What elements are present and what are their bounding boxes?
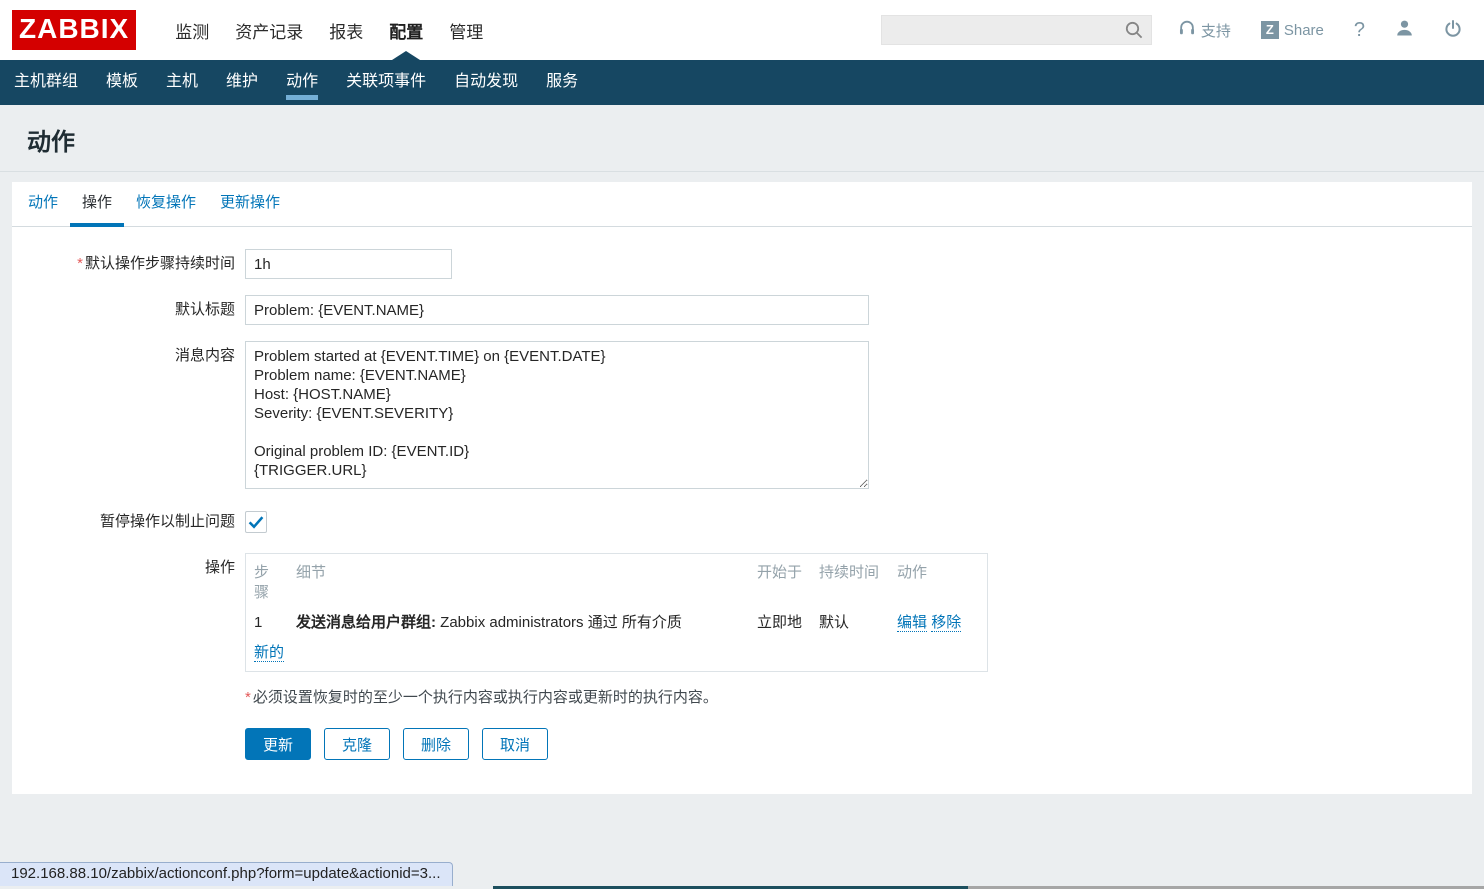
update-button[interactable]: 更新 [245, 728, 311, 760]
operation-step: 1 [246, 608, 288, 638]
action-form-panel: 动作 操作 恢复操作 更新操作 *默认操作步骤持续时间 默认标题 消息内容 Pr… [12, 182, 1472, 794]
subnav-services[interactable]: 服务 [532, 60, 592, 105]
subnav-actions[interactable]: 动作 [272, 60, 332, 105]
row-default-subject: 默认标题 [12, 295, 1472, 325]
col-duration: 持续时间 [811, 558, 889, 608]
row-message: 消息内容 Problem started at {EVENT.TIME} on … [12, 341, 1472, 489]
operations-table: 步骤 细节 开始于 持续时间 动作 1 发送消息给用户群组: Zabbix ad… [245, 553, 988, 672]
form-tabs: 动作 操作 恢复操作 更新操作 [12, 182, 1472, 227]
operations-table-header: 步骤 细节 开始于 持续时间 动作 [246, 558, 987, 608]
search-icon[interactable] [1125, 21, 1143, 44]
default-step-duration-input[interactable] [245, 249, 452, 279]
tab-operations[interactable]: 操作 [70, 182, 124, 227]
subnav-maintenance[interactable]: 维护 [212, 60, 272, 105]
default-step-duration-label: *默认操作步骤持续时间 [12, 249, 245, 279]
message-textarea[interactable]: Problem started at {EVENT.TIME} on {EVEN… [245, 341, 869, 489]
subnav-active-underline [286, 95, 318, 100]
checkmark-icon [248, 515, 264, 529]
share-label: Share [1284, 22, 1324, 39]
main-menu: 监测 资产记录 报表 配置 管理 [162, 0, 496, 60]
logout-icon[interactable] [1444, 19, 1462, 42]
search-input[interactable] [881, 15, 1152, 45]
menu-configuration[interactable]: 配置 [376, 0, 436, 60]
operations-label: 操作 [12, 553, 245, 583]
col-action: 动作 [889, 558, 989, 608]
default-subject-label: 默认标题 [12, 295, 245, 325]
operation-target: Zabbix administrators 通过 所有介质 [436, 614, 682, 631]
pause-operations-label: 暂停操作以制止问题 [12, 511, 245, 533]
pause-operations-checkbox[interactable] [245, 511, 267, 533]
page-title: 动作 [0, 105, 1484, 171]
title-divider [0, 171, 1484, 172]
col-steps: 步骤 [246, 558, 288, 608]
tab-recovery-operations[interactable]: 恢复操作 [124, 182, 208, 227]
cancel-button[interactable]: 取消 [482, 728, 548, 760]
profile-icon[interactable] [1395, 19, 1414, 41]
col-start-in: 开始于 [749, 558, 811, 608]
clone-button[interactable]: 克隆 [324, 728, 390, 760]
form-buttons: 更新 克隆 删除 取消 [245, 728, 548, 760]
col-details: 细节 [288, 558, 749, 608]
row-footnote: *必须设置恢复时的至少一个执行内容或执行内容或更新时的执行内容。 [12, 688, 1472, 708]
subnav-discovery[interactable]: 自动发现 [440, 60, 532, 105]
operations-form: *默认操作步骤持续时间 默认标题 消息内容 Problem started at… [12, 227, 1472, 760]
operation-new-row: 新的 [246, 638, 987, 665]
required-asterisk: * [245, 689, 251, 706]
subnav-actions-label: 动作 [286, 73, 318, 90]
row-default-step-duration: *默认操作步骤持续时间 [12, 249, 1472, 279]
menu-configuration-label: 配置 [389, 18, 423, 43]
browser-link-preview: 192.168.88.10/zabbix/actionconf.php?form… [0, 862, 453, 886]
subnav-host-groups[interactable]: 主机群组 [0, 60, 92, 105]
active-menu-caret [392, 51, 420, 60]
operation-start-in: 立即地 [749, 608, 811, 638]
header-icons: 支持 Z Share ? [1178, 19, 1462, 42]
message-label: 消息内容 [12, 341, 245, 371]
subnav-event-correlation[interactable]: 关联项事件 [332, 60, 440, 105]
operation-details: 发送消息给用户群组: Zabbix administrators 通过 所有介质 [288, 608, 749, 638]
operation-type: 发送消息给用户群组: [296, 614, 436, 631]
subnav-hosts[interactable]: 主机 [152, 60, 212, 105]
required-asterisk: * [77, 255, 83, 272]
required-footnote: *必须设置恢复时的至少一个执行内容或执行内容或更新时的执行内容。 [245, 688, 718, 708]
menu-inventory[interactable]: 资产记录 [222, 0, 316, 60]
operation-duration: 默认 [811, 608, 889, 638]
tab-action[interactable]: 动作 [16, 182, 70, 227]
global-search [881, 15, 1152, 45]
tab-update-operations[interactable]: 更新操作 [208, 182, 292, 227]
row-operations: 操作 步骤 细节 开始于 持续时间 动作 1 发送消息给用户群组: Zabbix… [12, 553, 1472, 672]
headset-icon [1178, 19, 1196, 41]
edit-operation-link[interactable]: 编辑 [897, 614, 927, 632]
z-share-icon: Z [1261, 21, 1279, 39]
support-link[interactable]: 支持 [1178, 19, 1231, 41]
row-buttons: 更新 克隆 删除 取消 [12, 728, 1472, 760]
new-operation-link[interactable]: 新的 [254, 644, 284, 662]
top-header: ZABBIX 监测 资产记录 报表 配置 管理 [0, 0, 1484, 60]
zabbix-logo[interactable]: ZABBIX [12, 10, 136, 50]
share-link[interactable]: Z Share [1261, 21, 1324, 39]
subnav-templates[interactable]: 模板 [92, 60, 152, 105]
menu-monitoring[interactable]: 监测 [162, 0, 222, 60]
operation-row: 1 发送消息给用户群组: Zabbix administrators 通过 所有… [246, 608, 987, 638]
config-subnav: 主机群组 模板 主机 维护 动作 关联项事件 自动发现 服务 [0, 60, 1484, 105]
operation-actions: 编辑 移除 [889, 608, 989, 638]
remove-operation-link[interactable]: 移除 [931, 614, 961, 632]
default-subject-input[interactable] [245, 295, 869, 325]
delete-button[interactable]: 删除 [403, 728, 469, 760]
menu-reports[interactable]: 报表 [316, 0, 376, 60]
support-label: 支持 [1201, 20, 1231, 41]
help-icon[interactable]: ? [1354, 19, 1365, 42]
row-pause-operations: 暂停操作以制止问题 [12, 511, 1472, 533]
content-area: 动作 动作 操作 恢复操作 更新操作 *默认操作步骤持续时间 默认标题 消息内容… [0, 105, 1484, 889]
menu-administration[interactable]: 管理 [436, 0, 496, 60]
